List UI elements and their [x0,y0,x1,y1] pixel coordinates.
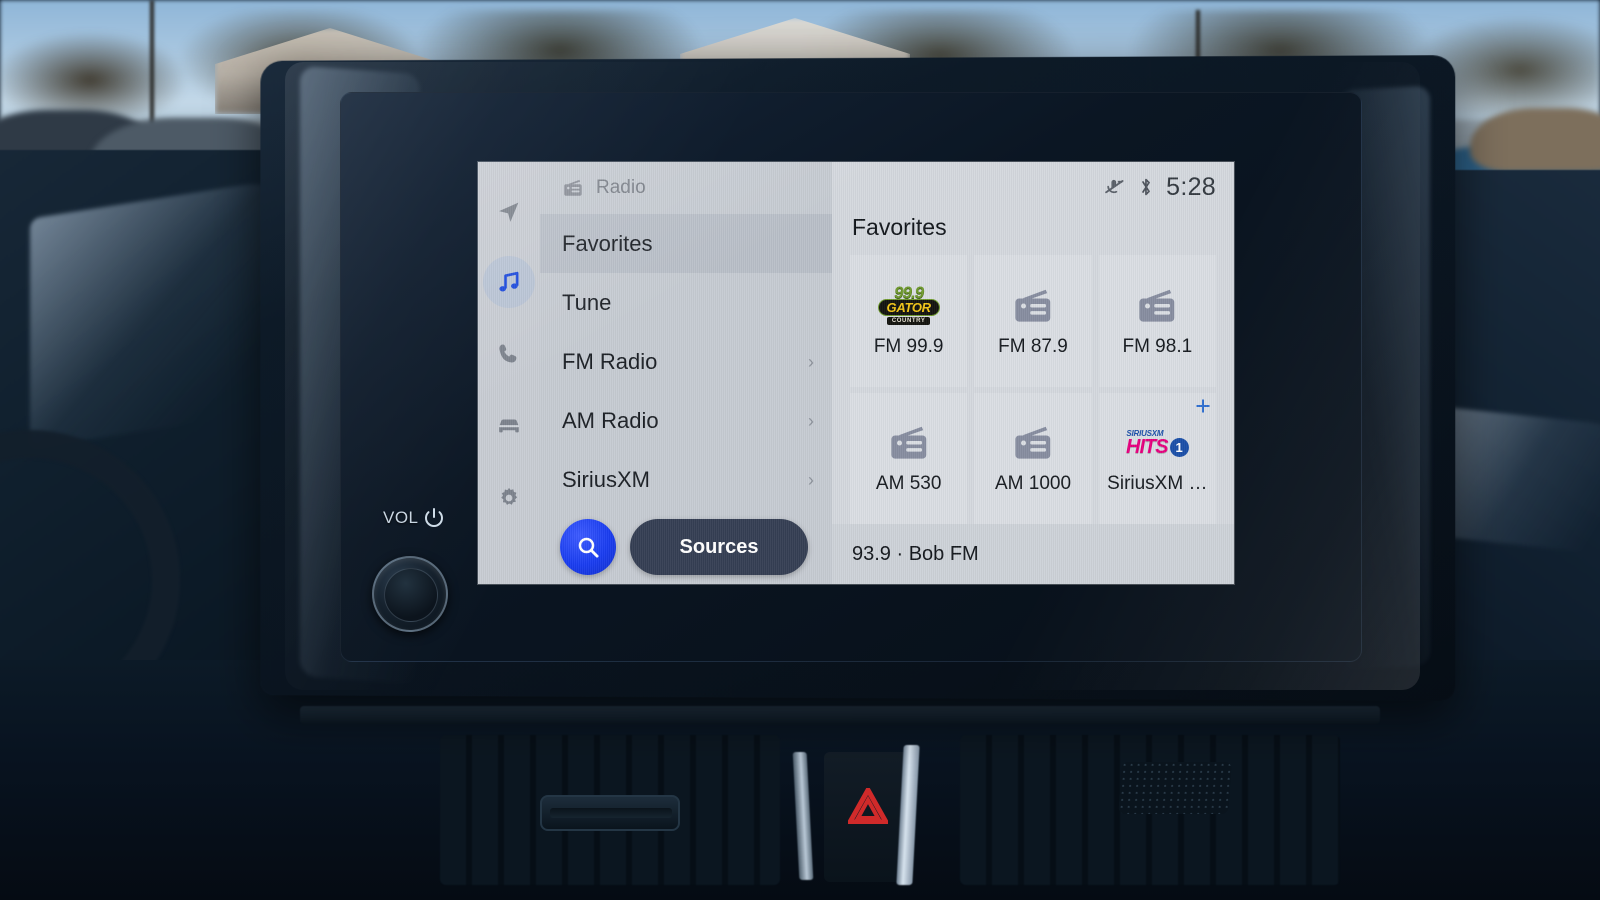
sources-button[interactable]: Sources [630,519,808,575]
content-title: Favorites [852,214,947,240]
gear-icon [501,487,518,505]
radio-icon [1015,289,1051,322]
volume-label: VOL [383,508,419,527]
sidebar-item-vehicle[interactable] [483,400,535,452]
sidebar-item-navigation[interactable] [483,186,535,238]
menu-item-label: Favorites [562,230,653,256]
now-playing-bar[interactable]: 93.9 · Bob FM [832,524,1234,584]
siriusxm-badge-icon [1196,399,1210,412]
utility-pole [150,0,154,125]
station-logo-generic [1114,284,1200,328]
favorite-tile-fm-99-9[interactable]: 99.9 GATOR COUNTRY FM 99.9 [850,255,968,387]
menu-header: Radio [540,162,832,214]
hazard-triangle-icon[interactable] [848,788,888,824]
parked-car [1470,108,1600,172]
siriusxm-channel-number: 1 [1169,438,1189,458]
radio-menu-list: Favorites Tune FM Radio › AM Radio › Sir… [540,214,832,510]
search-button[interactable] [560,519,616,575]
gator-subtitle: COUNTRY [886,317,931,326]
station-logo-generic [866,421,952,465]
station-logo-generic [990,421,1076,465]
power-icon[interactable] [422,506,446,530]
favorite-tile-label: AM 1000 [994,473,1072,495]
favorites-grid: 99.9 GATOR COUNTRY FM 99.9 FM 87.9 FM 98… [832,255,1234,524]
station-logo-gator: 99.9 GATOR COUNTRY [866,284,952,328]
phone-icon [499,344,517,363]
car-icon [498,419,520,433]
storage-tray[interactable] [540,795,680,831]
navigation-arrow-icon [499,202,519,222]
menu-item-label: FM Radio [562,348,658,374]
vent-strip [300,706,1380,724]
chevron-right-icon: › [808,351,814,372]
menu-item-tune[interactable]: Tune [540,273,832,332]
station-logo-generic [990,284,1076,328]
favorite-tile-label: FM 98.1 [1122,335,1193,357]
gator-number: 99.9 [894,283,924,303]
bluetooth-icon[interactable] [1138,176,1154,198]
sidebar-item-phone[interactable] [483,328,535,380]
chevron-right-icon: › [808,469,814,490]
station-logo-siriusxm: SIRIUSXM HITS 1 [1114,421,1200,465]
sidebar-rail [478,162,540,584]
menu-header-title: Radio [596,177,646,198]
menu-action-bar: Sources [540,510,832,584]
radio-icon [564,179,582,196]
menu-item-label: AM Radio [562,407,659,433]
sidebar-item-media[interactable] [483,256,535,308]
favorite-tile-label: FM 99.9 [873,335,944,357]
clock: 5:28 [1166,172,1216,201]
radio-menu-pane: Radio Favorites Tune FM Radio › AM Radio [540,162,832,584]
siriusxm-hits-text: HITS [1126,436,1169,459]
favorite-tile-label: FM 87.9 [998,335,1068,357]
volume-knob[interactable] [372,556,448,632]
radio-icon [1015,427,1051,459]
favorite-tile-fm-98-1[interactable]: FM 98.1 [1098,255,1216,387]
radio-icon [891,427,926,459]
favorite-tile-fm-87-9[interactable]: FM 87.9 [974,255,1092,387]
sidebar-item-settings[interactable] [483,472,535,524]
status-bar: 5:28 [832,162,1234,212]
menu-item-label: SiriusXM [562,466,651,492]
infotainment-screen[interactable]: Radio Favorites Tune FM Radio › AM Radio [478,162,1234,584]
radio-icon [1139,289,1175,322]
speaker-grille [1118,762,1232,814]
favorite-tile-siriusxm[interactable]: SIRIUSXM HITS 1 SiriusXM … [1098,392,1216,524]
favorite-tile-label: AM 530 [875,473,942,495]
menu-item-siriusxm[interactable]: SiriusXM › [540,450,832,509]
menu-item-am-radio[interactable]: AM Radio › [540,391,832,450]
microphone-muted-icon[interactable] [1102,177,1126,197]
menu-item-fm-radio[interactable]: FM Radio › [540,332,832,391]
chevron-right-icon: › [808,410,814,431]
menu-item-label: Tune [562,289,612,315]
favorite-tile-label: SiriusXM … [1107,473,1208,495]
menu-item-favorites[interactable]: Favorites [540,214,832,273]
dashboard-photo: VOL Radio Favorites Tune FM Radio › AM R… [0,0,1600,900]
search-icon [578,537,599,558]
favorite-tile-am-530[interactable]: AM 530 [850,392,968,524]
favorite-tile-am-1000[interactable]: AM 1000 [974,392,1092,524]
gator-name: GATOR [877,299,940,317]
favorites-content-pane: 5:28 Favorites 99.9 GATOR COUNTRY FM 99.… [832,162,1234,584]
music-note-icon [499,271,519,292]
